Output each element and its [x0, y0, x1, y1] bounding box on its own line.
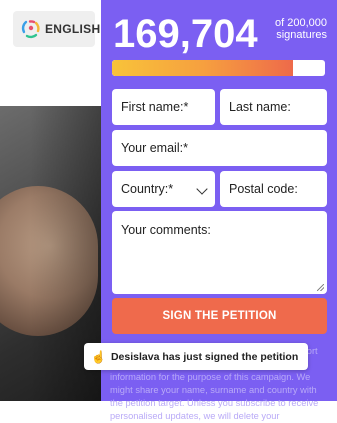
petition-panel: 169,704 of 200,000 signatures First name… — [101, 0, 337, 421]
language-label: ENGLISH — [45, 22, 101, 36]
notification-text: Desislava has just signed the petition — [110, 350, 299, 363]
email-placeholder: Your email:* — [121, 141, 188, 155]
last-name-field[interactable]: Last name: — [220, 89, 327, 125]
comments-textarea[interactable]: Your comments: — [112, 211, 327, 294]
goal-line-1: of 200,000 — [275, 17, 327, 29]
progress-bar — [112, 60, 325, 76]
resize-handle-icon[interactable] — [317, 284, 324, 291]
comments-placeholder: Your comments: — [121, 223, 211, 237]
progress-fill — [112, 60, 293, 76]
first-name-field[interactable]: First name:* — [112, 89, 215, 125]
email-field[interactable]: Your email:* — [112, 130, 327, 166]
goal-line-2: signatures — [276, 29, 327, 41]
signature-goal: of 200,000 signatures — [275, 17, 327, 41]
language-selector[interactable]: ENGLISH — [13, 11, 116, 47]
chevron-down-icon — [196, 183, 208, 195]
postal-code-placeholder: Postal code: — [229, 182, 298, 196]
last-name-placeholder: Last name: — [229, 100, 291, 114]
signature-count: 169,704 — [113, 12, 258, 56]
sign-petition-button[interactable]: SIGN THE PETITION — [112, 298, 327, 334]
postal-code-field[interactable]: Postal code: — [220, 171, 327, 207]
country-select[interactable]: Country:* — [112, 171, 215, 207]
country-placeholder: Country:* — [121, 182, 174, 196]
signature-notification: ☝ Desislava has just signed the petition — [84, 343, 308, 370]
first-name-placeholder: First name:* — [121, 100, 189, 114]
globe-icon — [21, 19, 41, 39]
pointing-hand-icon: ☝ — [91, 349, 106, 364]
